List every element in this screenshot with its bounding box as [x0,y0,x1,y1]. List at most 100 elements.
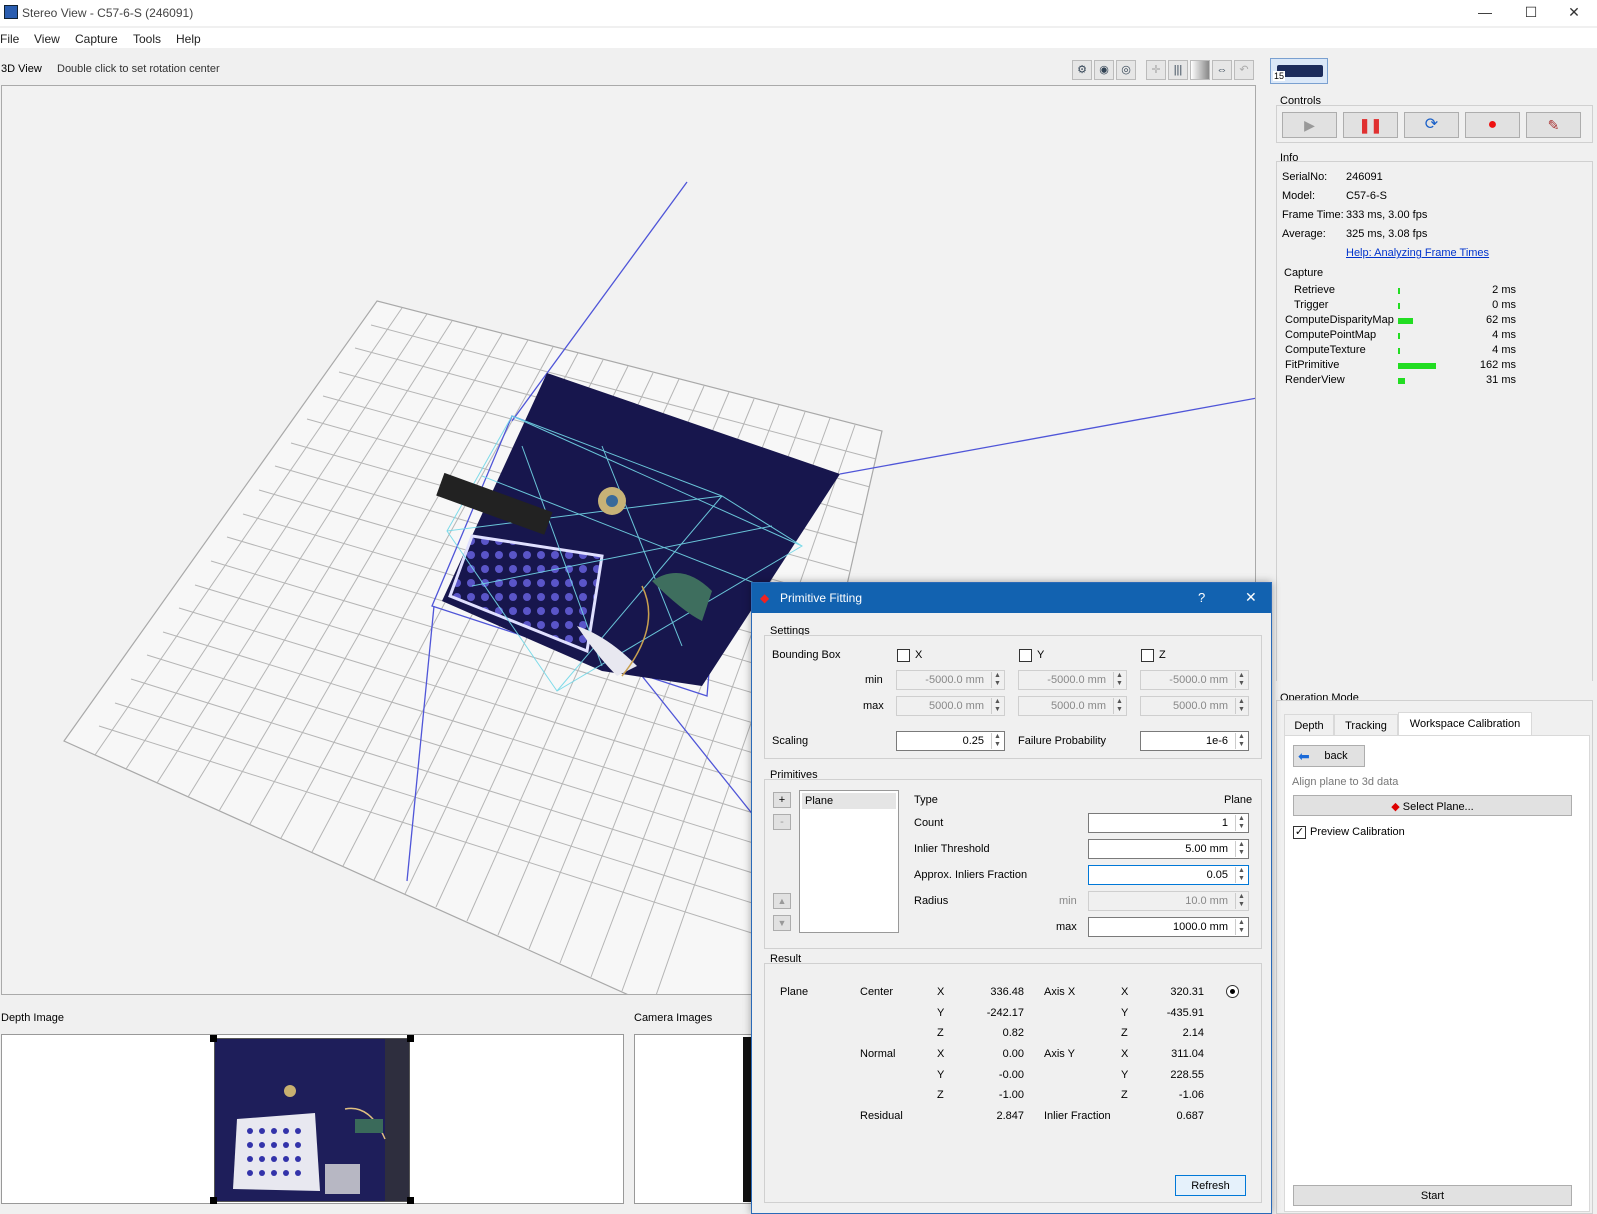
view-3d-hint: Double click to set rotation center [57,63,220,75]
minimize-button[interactable]: — [1462,0,1508,26]
wrench-eye-icon[interactable]: ⚙ [1072,60,1092,80]
count-label: Count [914,817,944,829]
spin-arrows[interactable]: ▲ ▼ [1235,893,1247,909]
bounding-box-label: Bounding Box [772,649,841,661]
spin-arrows[interactable]: ▲ ▼ [1235,733,1247,749]
count-field[interactable]: 1 ▲ ▼ [1088,813,1249,833]
bbox-x-checkbox[interactable] [897,649,910,662]
tools-icon[interactable]: ✎ [1526,112,1581,138]
eye-outline-icon[interactable]: ◎ [1116,60,1136,80]
radius-min-field[interactable]: 10.0 mm ▲ ▼ [1088,891,1249,911]
spin-arrows[interactable]: ▲ ▼ [1235,841,1247,857]
dialog-close-button[interactable]: ✕ [1245,589,1257,606]
crosshair-icon[interactable]: ✛ [1146,60,1166,80]
bbox-y-min-field[interactable]: -5000.0 mm ▲ ▼ [1018,670,1127,690]
back-button[interactable]: ⬅ back [1293,745,1365,767]
failure-probability-value: 1e-6 [1205,735,1228,747]
result-normal-label: Normal [860,1048,896,1060]
approx-inliers-field[interactable]: 0.05 ▲ ▼ [1088,865,1249,885]
fit-width-icon[interactable]: ⇔ [1212,60,1232,80]
preview-calibration-checkbox[interactable]: ✓ [1293,826,1306,839]
align-hint: Align plane to 3d data [1292,776,1399,788]
inlier-threshold-field[interactable]: 5.00 mm ▲ ▼ [1088,839,1249,859]
timing-value: 31 ms [1486,374,1516,386]
gradient-icon[interactable] [1190,60,1210,80]
move-up-button[interactable]: ▲ [773,893,791,909]
axisx-x-value: 320.31 [1170,986,1204,998]
primitives-list[interactable]: Plane [799,790,899,933]
bbox-x-max-field[interactable]: 5000.0 mm ▲ ▼ [896,696,1005,716]
timing-name: ComputePointMap [1285,329,1377,341]
tab-tracking[interactable]: Tracking [1334,714,1398,736]
preview-calibration-label: Preview Calibration [1310,826,1405,838]
failure-probability-field[interactable]: 1e-6 ▲ ▼ [1140,731,1249,751]
crop-handle[interactable] [210,1197,217,1204]
menu-file[interactable]: File [0,32,19,46]
spin-arrows[interactable]: ▲ ▼ [991,733,1003,749]
pause-button[interactable]: ❚❚ [1343,112,1398,138]
info-model-value: C57-6-S [1346,190,1387,202]
menu-view[interactable]: View [34,32,60,46]
spin-arrows[interactable]: ▲ ▼ [991,672,1003,688]
close-button[interactable]: ✕ [1551,0,1597,26]
select-plane-button[interactable]: ◆ Select Plane... [1293,795,1572,816]
spin-arrows[interactable]: ▲ ▼ [1235,919,1247,935]
start-button[interactable]: Start [1293,1185,1572,1206]
spin-arrows[interactable]: ▲ ▼ [1235,867,1247,883]
bbox-z-min-field[interactable]: -5000.0 mm ▲ ▼ [1140,670,1249,690]
timing-value: 162 ms [1479,359,1516,371]
spin-arrows[interactable]: ▲ ▼ [1113,698,1125,714]
help-link[interactable]: Help: Analyzing Frame Times [1346,247,1489,259]
center-x-axis: X [937,986,945,998]
normal-z-axis: Z [937,1089,944,1101]
failure-probability-label: Failure Probability [1018,735,1107,747]
bbox-z-checkbox[interactable] [1141,649,1154,662]
info-frametime-value: 333 ms, 3.00 fps [1346,209,1428,221]
undo-icon[interactable]: ↶ [1234,60,1254,80]
radius-max-field[interactable]: 1000.0 mm ▲ ▼ [1088,917,1249,937]
list-item[interactable]: Plane [802,793,896,809]
camera-selector-button[interactable]: 15 [1270,58,1328,84]
camera-images-panel[interactable] [634,1034,752,1204]
stripes-icon[interactable]: ||| [1168,60,1188,80]
dialog-title-bar: ◆ Primitive Fitting ? ✕ [752,583,1271,613]
remove-primitive-button[interactable]: - [773,814,791,830]
play-button[interactable]: ▶ [1282,112,1337,138]
spin-arrows[interactable]: ▲ ▼ [1113,672,1125,688]
bbox-z-max-field[interactable]: 5000.0 mm ▲ ▼ [1140,696,1249,716]
select-plane-label: Select Plane... [1402,801,1474,813]
center-x-value: 336.48 [990,986,1024,998]
spin-arrows[interactable]: ▲ ▼ [1235,698,1247,714]
info-model-key: Model: [1282,190,1316,202]
crop-handle[interactable] [407,1197,414,1204]
timing-bar [1398,288,1400,294]
tab-workspace-calibration[interactable]: Workspace Calibration [1398,712,1532,736]
radius-min-label: min [1059,895,1077,907]
bbox-y-max-field[interactable]: 5000.0 mm ▲ ▼ [1018,696,1127,716]
info-serial-key: SerialNo: [1282,171,1328,183]
dialog-help-button[interactable]: ? [1198,590,1205,605]
record-button[interactable]: ● [1465,112,1520,138]
result-radio-button[interactable] [1226,985,1239,998]
crop-handle[interactable] [407,1035,414,1042]
spin-arrows[interactable]: ▲ ▼ [1235,815,1247,831]
scaling-field[interactable]: 0.25 ▲ ▼ [896,731,1005,751]
axisy-z-value: -1.06 [1178,1089,1204,1101]
tab-depth[interactable]: Depth [1284,714,1334,736]
timing-bar [1398,318,1413,324]
spin-arrows[interactable]: ▲ ▼ [1235,672,1247,688]
eye-icon[interactable]: ◉ [1094,60,1114,80]
menu-capture[interactable]: Capture [75,32,118,46]
bbox-y-checkbox[interactable] [1019,649,1032,662]
maximize-button[interactable]: ☐ [1508,0,1554,26]
refresh-button[interactable]: Refresh [1175,1175,1246,1196]
refresh-icon[interactable]: ⟳ [1404,112,1459,138]
bbox-x-min-field[interactable]: -5000.0 mm ▲ ▼ [896,670,1005,690]
add-primitive-button[interactable]: + [773,792,791,808]
move-down-button[interactable]: ▼ [773,915,791,931]
crop-handle[interactable] [210,1035,217,1042]
menu-tools[interactable]: Tools [133,32,161,46]
spin-arrows[interactable]: ▲ ▼ [991,698,1003,714]
depth-image-panel[interactable] [1,1034,624,1204]
menu-help[interactable]: Help [176,32,201,46]
